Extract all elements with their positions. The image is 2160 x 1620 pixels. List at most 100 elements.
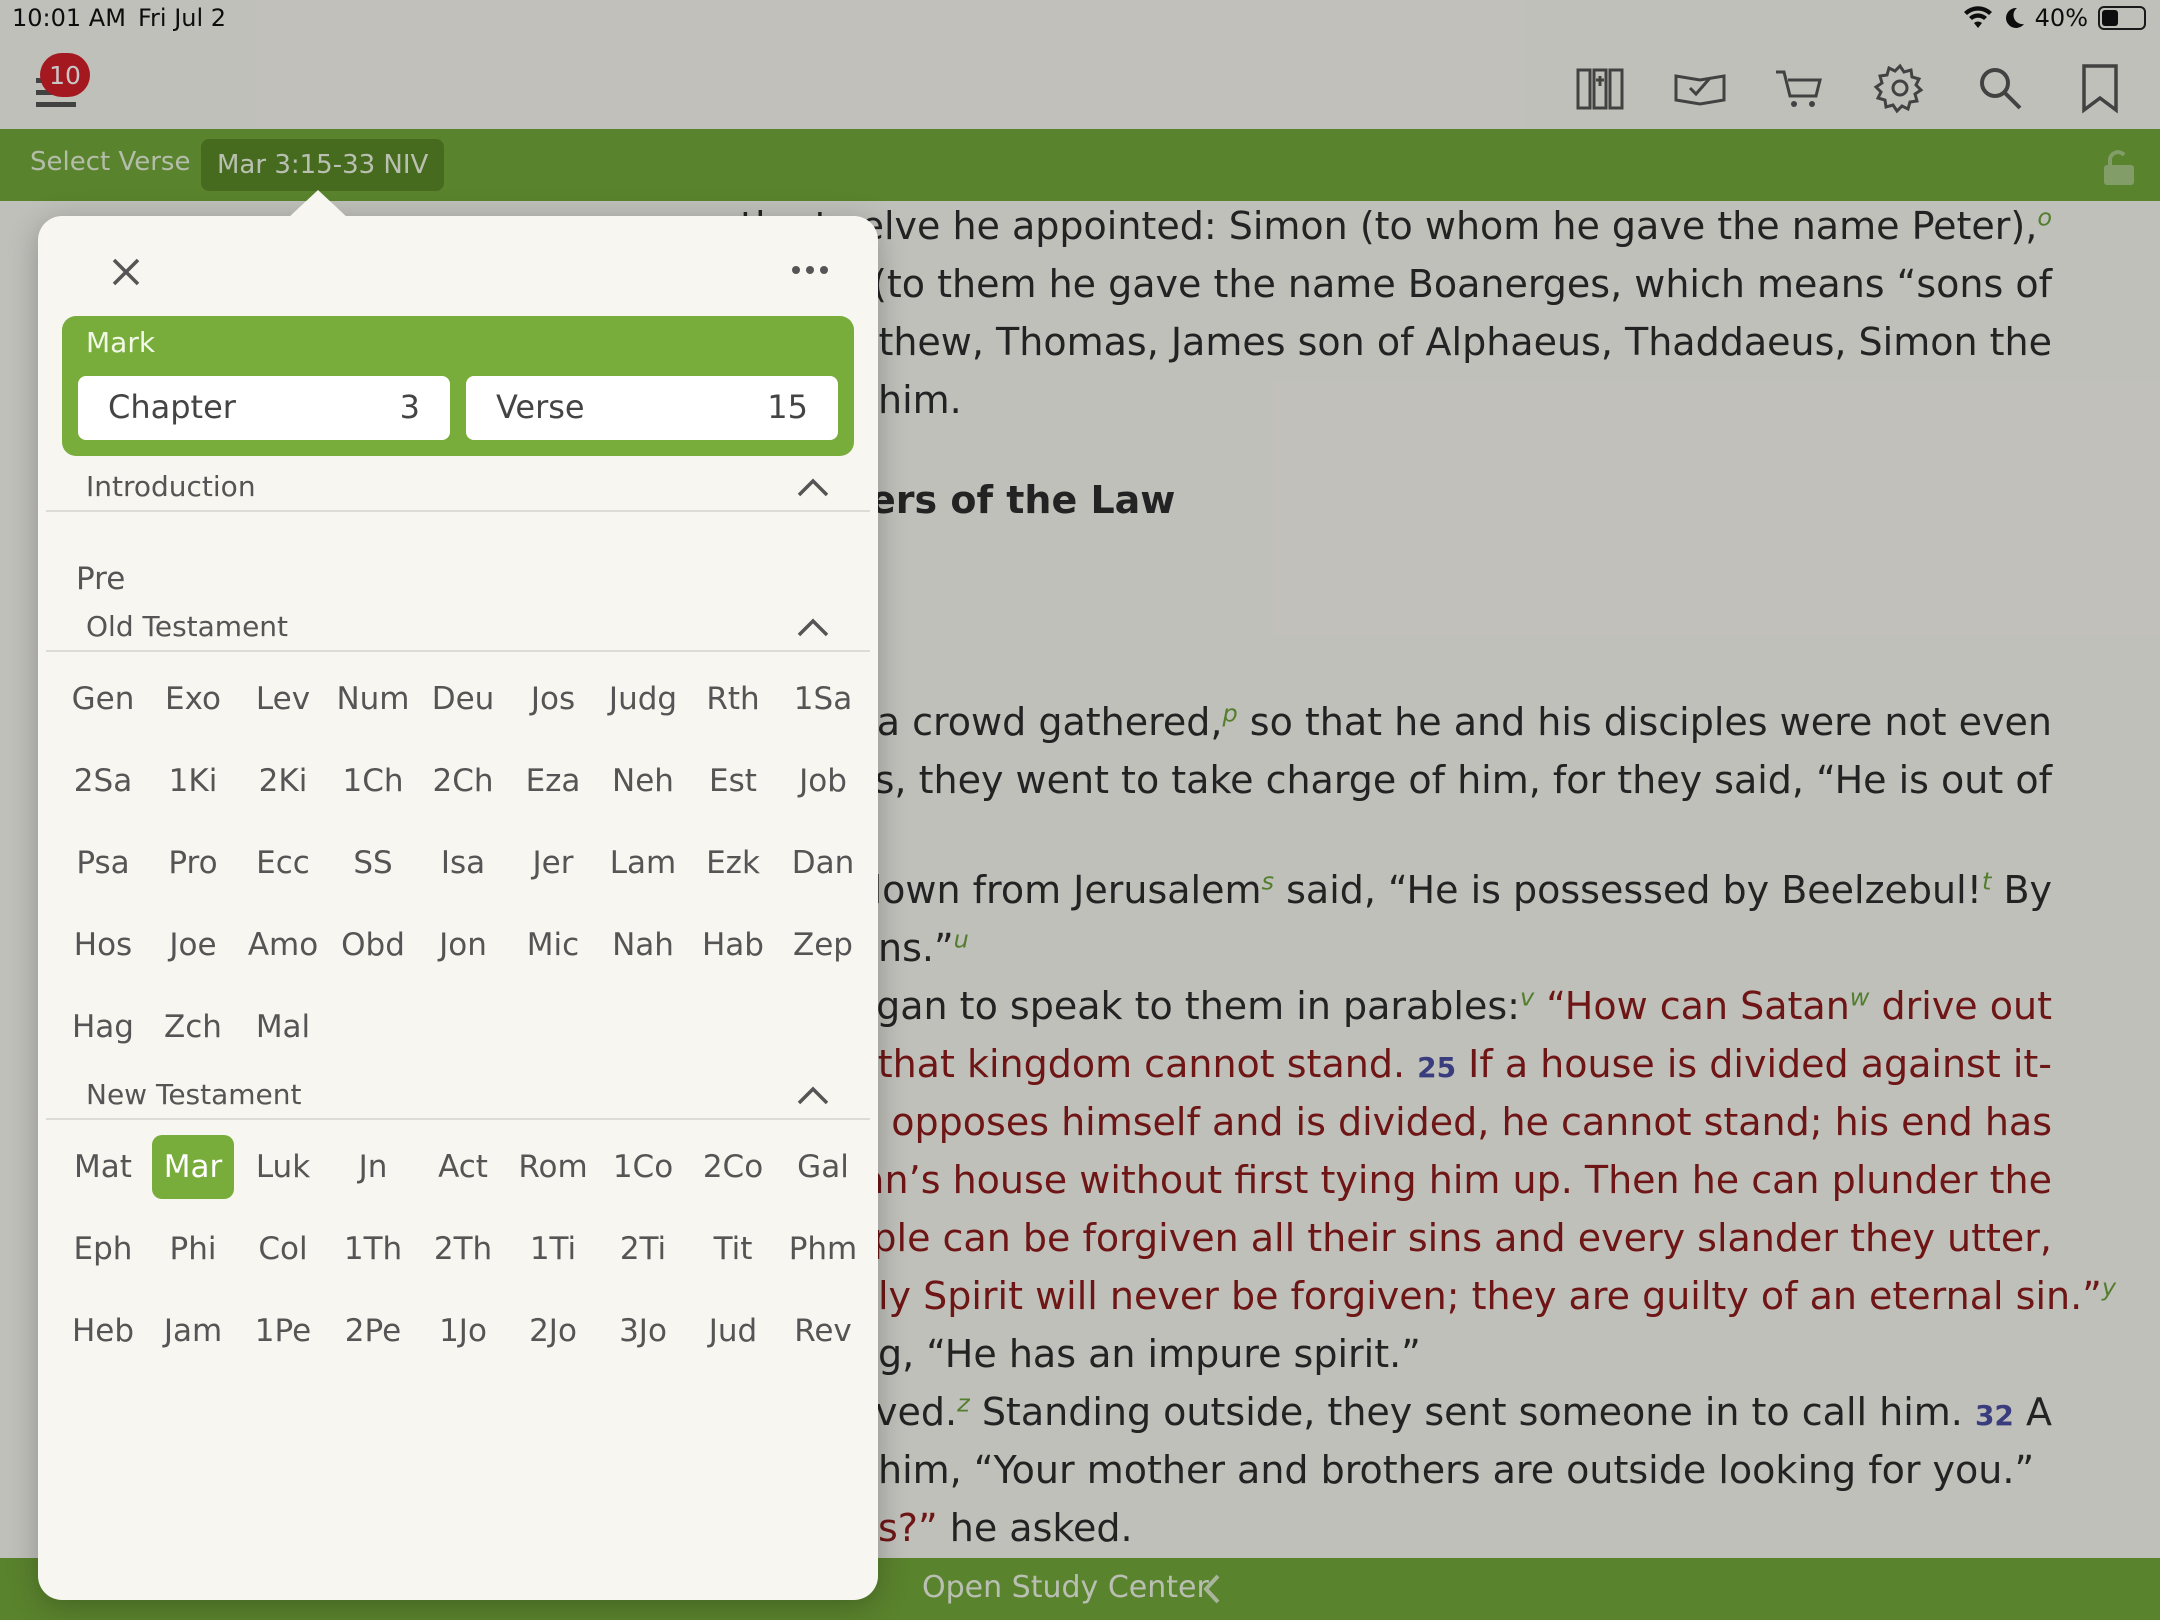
footnote-marker[interactable]: v [1520, 983, 1534, 1011]
bookmark-icon[interactable] [2072, 60, 2128, 116]
book-item[interactable]: Luk [238, 1126, 328, 1208]
book-item[interactable]: Judg [598, 658, 688, 740]
book-item[interactable]: Jon [418, 904, 508, 986]
unlock-icon[interactable] [2096, 147, 2140, 187]
book-item[interactable]: Deu [418, 658, 508, 740]
book-item[interactable]: Tit [688, 1208, 778, 1290]
book-item[interactable]: Hag [58, 986, 148, 1068]
book-item[interactable]: 1Co [598, 1126, 688, 1208]
book-item[interactable]: Act [418, 1126, 508, 1208]
more-icon[interactable] [790, 262, 830, 278]
book-item[interactable]: Phi [148, 1208, 238, 1290]
footnote-marker[interactable]: t [1982, 867, 1991, 895]
section-new-testament[interactable]: New Testament [46, 1068, 870, 1120]
book-item[interactable]: 1Pe [238, 1290, 328, 1372]
footnote-marker[interactable]: w [1850, 983, 1870, 1011]
book-item[interactable]: 1Jo [418, 1290, 508, 1372]
book-item[interactable]: Phm [778, 1208, 868, 1290]
book-item[interactable]: Zep [778, 904, 868, 986]
book-item[interactable]: 1Ki [148, 740, 238, 822]
book-item[interactable]: Dan [778, 822, 868, 904]
book-item[interactable]: Ezk [688, 822, 778, 904]
book-item[interactable]: 2Pe [328, 1290, 418, 1372]
chevron-up-icon[interactable] [796, 1084, 830, 1106]
book-item[interactable]: 1Sa [778, 658, 868, 740]
chevron-up-icon[interactable] [796, 616, 830, 638]
book-item[interactable]: Rom [508, 1126, 598, 1208]
book-item[interactable]: Exo [148, 658, 238, 740]
book-item[interactable]: Gen [58, 658, 148, 740]
book-item[interactable]: 2Th [418, 1208, 508, 1290]
book-item[interactable]: Heb [58, 1290, 148, 1372]
book-item[interactable]: Zch [148, 986, 238, 1068]
book-item[interactable]: Mal [238, 986, 328, 1068]
select-verse-label[interactable]: Select Verse [30, 147, 190, 177]
book-item[interactable]: Hos [58, 904, 148, 986]
book-item[interactable]: Job [778, 740, 868, 822]
book-item[interactable]: Num [328, 658, 418, 740]
book-item[interactable]: Ecc [238, 822, 328, 904]
footnote-marker[interactable]: s [1262, 867, 1275, 895]
footnote-marker[interactable]: u [954, 925, 969, 953]
search-icon[interactable] [1972, 60, 2028, 116]
book-item[interactable]: 1Ch [328, 740, 418, 822]
section-introduction[interactable]: Introduction [46, 460, 870, 512]
book-item[interactable]: Rth [688, 658, 778, 740]
verse-number[interactable]: 32 [1975, 1399, 2014, 1432]
book-item[interactable]: Neh [598, 740, 688, 822]
book-item[interactable]: Jer [508, 822, 598, 904]
book-item[interactable]: Eph [58, 1208, 148, 1290]
footnote-marker[interactable]: o [2037, 203, 2052, 231]
book-item[interactable]: 2Sa [58, 740, 148, 822]
book-item[interactable]: Gal [778, 1126, 868, 1208]
book-item[interactable]: Isa [418, 822, 508, 904]
verse-field[interactable]: Verse 15 [466, 376, 838, 440]
book-item[interactable]: SS [328, 822, 418, 904]
book-item[interactable]: 2Ki [238, 740, 328, 822]
footnote-marker[interactable]: y [2102, 1273, 2116, 1301]
book-item[interactable]: Mar [148, 1126, 238, 1208]
book-item[interactable]: Hab [688, 904, 778, 986]
book-item[interactable]: Mic [508, 904, 598, 986]
open-study-center[interactable]: Open Study Center [922, 1570, 1209, 1605]
footnote-marker[interactable]: z [957, 1389, 970, 1417]
section-old-testament[interactable]: Old Testament [46, 600, 870, 652]
reading-plan-icon[interactable] [1672, 60, 1728, 116]
book-item[interactable]: Lev [238, 658, 328, 740]
book-item[interactable]: 3Jo [598, 1290, 688, 1372]
book-item[interactable]: Obd [328, 904, 418, 986]
book-item[interactable]: Pro [148, 822, 238, 904]
book-item[interactable]: Joe [148, 904, 238, 986]
book-item[interactable]: Col [238, 1208, 328, 1290]
chevron-left-icon[interactable] [1200, 1572, 1224, 1606]
book-item[interactable]: Amo [238, 904, 328, 986]
verse-number[interactable]: 25 [1417, 1051, 1456, 1084]
book-item[interactable]: Est [688, 740, 778, 822]
book-item[interactable]: Lam [598, 822, 688, 904]
book-item[interactable]: Jud [688, 1290, 778, 1372]
book-item[interactable]: Jam [148, 1290, 238, 1372]
chevron-up-icon[interactable] [796, 476, 830, 498]
footnote-marker[interactable]: p [1222, 699, 1237, 727]
book-item[interactable]: 1Ti [508, 1208, 598, 1290]
book-item[interactable]: 2Jo [508, 1290, 598, 1372]
book-label: 2Th [433, 1231, 493, 1267]
book-item[interactable]: Psa [58, 822, 148, 904]
book-item[interactable]: Mat [58, 1126, 148, 1208]
book-item[interactable]: 1Th [328, 1208, 418, 1290]
book-item[interactable]: 2Co [688, 1126, 778, 1208]
book-item[interactable]: Jos [508, 658, 598, 740]
book-item[interactable]: Jn [328, 1126, 418, 1208]
book-item[interactable]: Nah [598, 904, 688, 986]
book-item[interactable]: Rev [778, 1290, 868, 1372]
cart-icon[interactable] [1772, 60, 1828, 116]
notification-badge[interactable]: 10 [40, 53, 90, 97]
gear-icon[interactable] [1872, 60, 1928, 116]
verse-reference-button[interactable]: Mar 3:15-33 NIV [201, 139, 445, 191]
close-icon[interactable] [104, 250, 148, 294]
book-item[interactable]: 2Ch [418, 740, 508, 822]
book-item[interactable]: 2Ti [598, 1208, 688, 1290]
library-icon[interactable] [1572, 60, 1628, 116]
chapter-field[interactable]: Chapter 3 [78, 376, 450, 440]
book-item[interactable]: Eza [508, 740, 598, 822]
